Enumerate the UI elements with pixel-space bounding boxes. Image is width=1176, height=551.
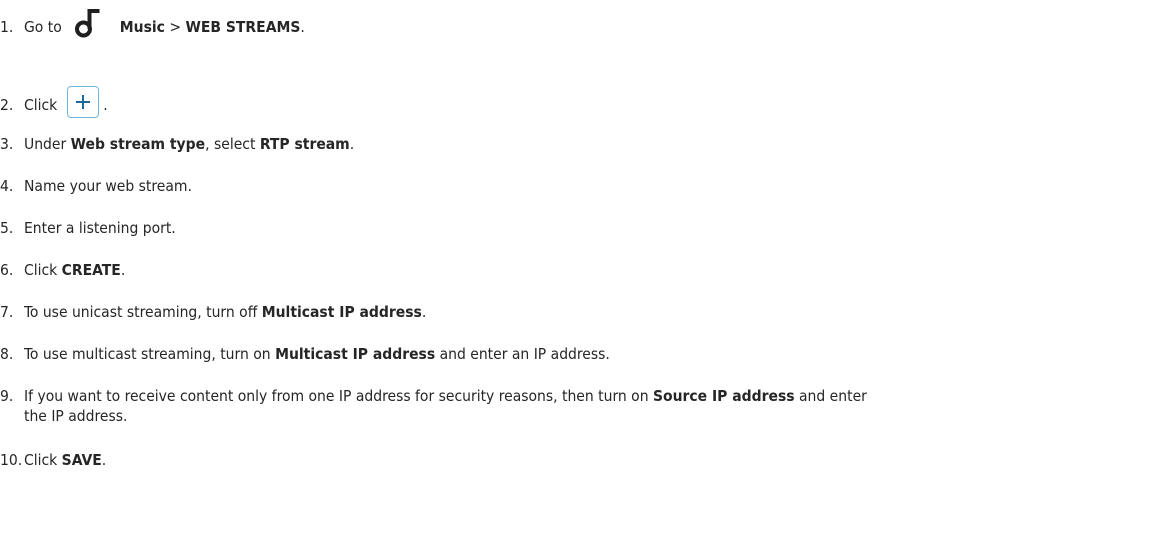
step-1: 1. Go to Music > WEB STREAMS. <box>0 8 305 38</box>
save-label: SAVE <box>61 451 102 469</box>
step-number: 7. <box>0 303 14 321</box>
step-number: 6. <box>0 261 14 279</box>
music-note-icon <box>72 8 104 38</box>
step-number: 2. <box>0 96 14 114</box>
source-ip-label: Source IP address <box>652 387 795 405</box>
music-label: Music <box>119 18 165 36</box>
step-6: 6. Click CREATE. <box>0 261 126 279</box>
instruction-steps: 1. Go to Music > WEB STREAMS. 2. Click. 3. U… <box>0 0 1176 551</box>
step-number: 10. <box>0 451 23 469</box>
step-8: 8. To use multicast streaming, turn on Mu… <box>0 345 610 363</box>
step-number: 3. <box>0 135 14 153</box>
step-number: 4. <box>0 177 14 195</box>
step-number: 9. <box>0 387 14 405</box>
step-4: 4. Name your web stream. <box>0 177 192 195</box>
web-streams-label: WEB STREAMS <box>185 18 301 36</box>
web-stream-type-label: Web stream type <box>70 135 206 153</box>
step-number: 1. <box>0 18 14 36</box>
step-number: 8. <box>0 345 14 363</box>
step-3: 3. Under Web stream type, select RTP stre… <box>0 135 355 153</box>
step-5: 5. Enter a listening port. <box>0 219 176 237</box>
plus-icon <box>76 95 91 109</box>
add-button[interactable] <box>67 86 100 118</box>
step-10: 10. Click SAVE. <box>0 451 107 469</box>
multicast-ip-label: Multicast IP address <box>261 303 422 321</box>
step-number: 5. <box>0 219 14 237</box>
step-9: 9. If you want to receive content only fr… <box>0 387 867 425</box>
multicast-ip-label: Multicast IP address <box>275 345 436 363</box>
rtp-stream-label: RTP stream <box>259 135 350 153</box>
step-2: 2. Click. <box>0 86 108 118</box>
step-7: 7. To use unicast streaming, turn off Mul… <box>0 303 427 321</box>
create-label: CREATE <box>61 261 121 279</box>
